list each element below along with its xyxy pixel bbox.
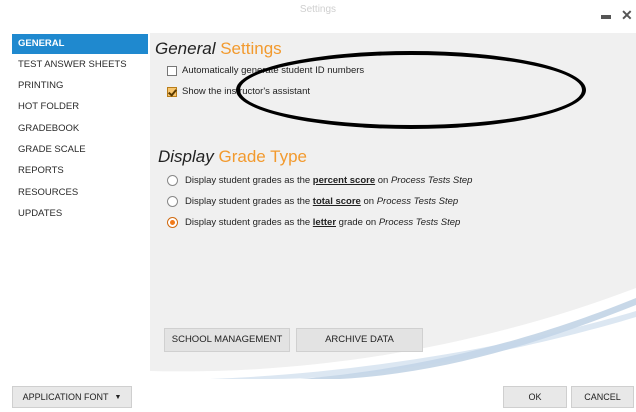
radio-text-pre: Display student grades as the [185, 175, 313, 186]
radio-text-post: grade on [336, 217, 379, 228]
radio-text-step: Process Tests Step [378, 217, 461, 228]
radio-text-post: on [360, 196, 377, 207]
auto-generate-id-label: Automatically generate student ID number… [182, 65, 365, 76]
grade-type-letter-radio[interactable] [167, 217, 178, 228]
general-settings-heading: General Settings [155, 39, 282, 59]
radio-text-pre: Display student grades as the [185, 217, 313, 228]
sidebar-item-gradebook[interactable]: GRADEBOOK [12, 119, 148, 139]
application-font-label: APPLICATION FONT [22, 392, 109, 402]
auto-generate-id-checkbox[interactable] [167, 65, 177, 76]
grade-type-total-radio[interactable] [167, 196, 178, 207]
show-assistant-checkbox[interactable] [167, 86, 177, 97]
sidebar-item-general[interactable]: GENERAL [12, 34, 148, 54]
show-assistant-option[interactable]: Show the instructor's assistant [167, 86, 310, 97]
general-settings-title-part1: General [155, 39, 216, 58]
title-bar: Settings ✕ [0, 0, 636, 32]
grade-type-total-option[interactable]: Display student grades as the total scor… [167, 196, 458, 207]
show-assistant-label: Show the instructor's assistant [182, 86, 311, 97]
radio-text-emphasis: percent score [312, 175, 376, 186]
general-settings-title-part2: Settings [220, 39, 282, 58]
grade-type-percent-radio[interactable] [167, 175, 178, 186]
settings-panel: General Settings Automatically generate … [150, 33, 636, 379]
dropdown-caret-icon: ▼ [114, 393, 122, 401]
radio-text-post: on [375, 175, 391, 186]
radio-text-emphasis: letter [312, 217, 337, 228]
sidebar-item-hot-folder[interactable]: HOT FOLDER [12, 97, 148, 117]
settings-sidebar: GENERAL TEST ANSWER SHEETS PRINTING HOT … [12, 34, 148, 378]
sidebar-item-reports[interactable]: REPORTS [12, 161, 148, 181]
display-grade-type-title-part2: Grade Type [218, 147, 308, 166]
radio-text-step: Process Tests Step [376, 196, 459, 207]
school-management-button[interactable]: SCHOOL MANAGEMENT [164, 328, 290, 352]
minimize-icon[interactable] [601, 15, 611, 19]
radio-text-step: Process Tests Step [390, 175, 473, 186]
cancel-button[interactable]: CANCEL [571, 386, 634, 408]
sidebar-item-printing[interactable]: PRINTING [12, 76, 148, 96]
sidebar-item-resources[interactable]: RESOURCES [12, 183, 148, 203]
sidebar-item-updates[interactable]: UPDATES [12, 204, 148, 224]
window-title: Settings [299, 4, 337, 15]
display-grade-type-title-part1: Display [158, 147, 214, 166]
archive-data-button[interactable]: ARCHIVE DATA [296, 328, 423, 352]
sidebar-item-test-answer-sheets[interactable]: TEST ANSWER SHEETS [12, 55, 148, 75]
sidebar-item-grade-scale[interactable]: GRADE SCALE [12, 140, 148, 160]
grade-type-letter-option[interactable]: Display student grades as the letter gra… [167, 217, 460, 228]
radio-text-emphasis: total score [312, 196, 361, 207]
auto-generate-id-option[interactable]: Automatically generate student ID number… [167, 65, 364, 76]
close-icon[interactable]: ✕ [621, 8, 633, 22]
grade-type-percent-option[interactable]: Display student grades as the percent sc… [167, 175, 472, 186]
display-grade-type-heading: Display Grade Type [158, 147, 307, 167]
radio-text-pre: Display student grades as the [185, 196, 313, 207]
ok-button[interactable]: OK [503, 386, 567, 408]
application-font-button[interactable]: APPLICATION FONT ▼ [12, 386, 132, 408]
